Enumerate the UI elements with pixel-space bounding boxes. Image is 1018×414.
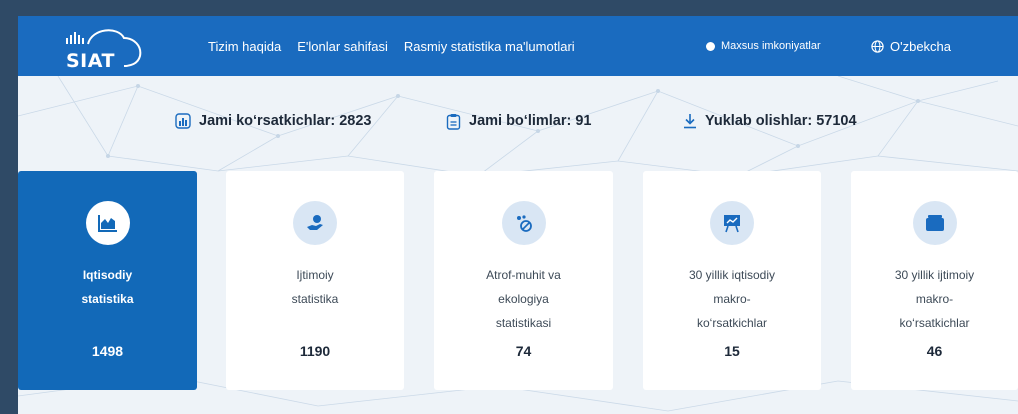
page-frame: SIAT Tizim haqida E'lonlar sahifasi Rasm… — [18, 16, 1018, 414]
nav-link-about[interactable]: Tizim haqida — [208, 39, 281, 54]
nav-link-announcements[interactable]: E'lonlar sahifasi — [297, 39, 388, 54]
category-card-social[interactable]: Ijtimoiy statistika 1190 — [226, 171, 404, 390]
card-count: 74 — [515, 343, 532, 359]
siat-logo[interactable]: SIAT — [62, 22, 158, 72]
stat-label: Jami bo‘limlar: 91 — [469, 113, 592, 129]
logo-text: SIAT — [66, 50, 115, 72]
category-card-economic[interactable]: Iqtisodiy statistika 1498 — [18, 171, 197, 390]
stat-label: Yuklab olishlar: 57104 — [705, 113, 857, 129]
folder-icon — [912, 201, 957, 245]
card-label: Iqtisodiy statistika — [81, 268, 134, 306]
area-chart-icon — [85, 201, 130, 245]
download-icon — [684, 114, 696, 129]
nav-link-official-statistics[interactable]: Rasmiy statistika ma'lumotlari — [404, 39, 575, 54]
clipboard-icon — [446, 113, 461, 130]
category-card-economic-macro[interactable]: 30 yillik iqtisodiy makro- ko‘rsatkichla… — [643, 171, 821, 390]
stat-total-sections: Jami bo‘limlar: 91 — [446, 111, 592, 131]
card-label: 30 yillik iqtisodiy makro- ko‘rsatkichla… — [688, 268, 776, 330]
hand-coin-icon — [293, 201, 337, 245]
card-label: Atrof-muhit va ekologiya statistikasi — [486, 268, 561, 330]
accessibility-button[interactable]: Maxsus imkoniyatlar — [706, 16, 821, 76]
card-count: 1498 — [91, 343, 124, 359]
language-selector[interactable]: O'zbekcha — [871, 16, 951, 76]
card-count: 46 — [926, 343, 943, 359]
main-nav: Tizim haqida E'lonlar sahifasi Rasmiy st… — [208, 16, 575, 76]
stat-label: Jami ko‘rsatkichlar: 2823 — [199, 113, 372, 129]
card-label: Ijtimoiy statistika — [291, 268, 339, 306]
language-label: O'zbekcha — [890, 38, 952, 54]
category-card-environment[interactable]: Atrof-muhit va ekologiya statistikasi 74 — [434, 171, 613, 390]
stat-downloads: Yuklab olishlar: 57104 — [683, 111, 857, 131]
card-label: 30 yillik ijtimoiy makro- ko‘rsatkichlar — [894, 268, 975, 330]
globe-icon — [871, 39, 884, 53]
chart-icon — [175, 113, 191, 129]
category-card-social-macro[interactable]: 30 yillik ijtimoiy makro- ko‘rsatkichlar… — [851, 171, 1018, 390]
eco-leaf-icon — [501, 201, 546, 245]
top-navbar: SIAT Tizim haqida E'lonlar sahifasi Rasm… — [18, 16, 1018, 76]
card-count: 15 — [724, 343, 740, 359]
card-count: 1190 — [299, 343, 331, 359]
presentation-board-icon — [710, 201, 754, 245]
stat-total-indicators: Jami ko‘rsatkichlar: 2823 — [175, 111, 372, 131]
accessibility-label: Maxsus imkoniyatlar — [721, 40, 821, 52]
eye-icon — [706, 41, 715, 51]
